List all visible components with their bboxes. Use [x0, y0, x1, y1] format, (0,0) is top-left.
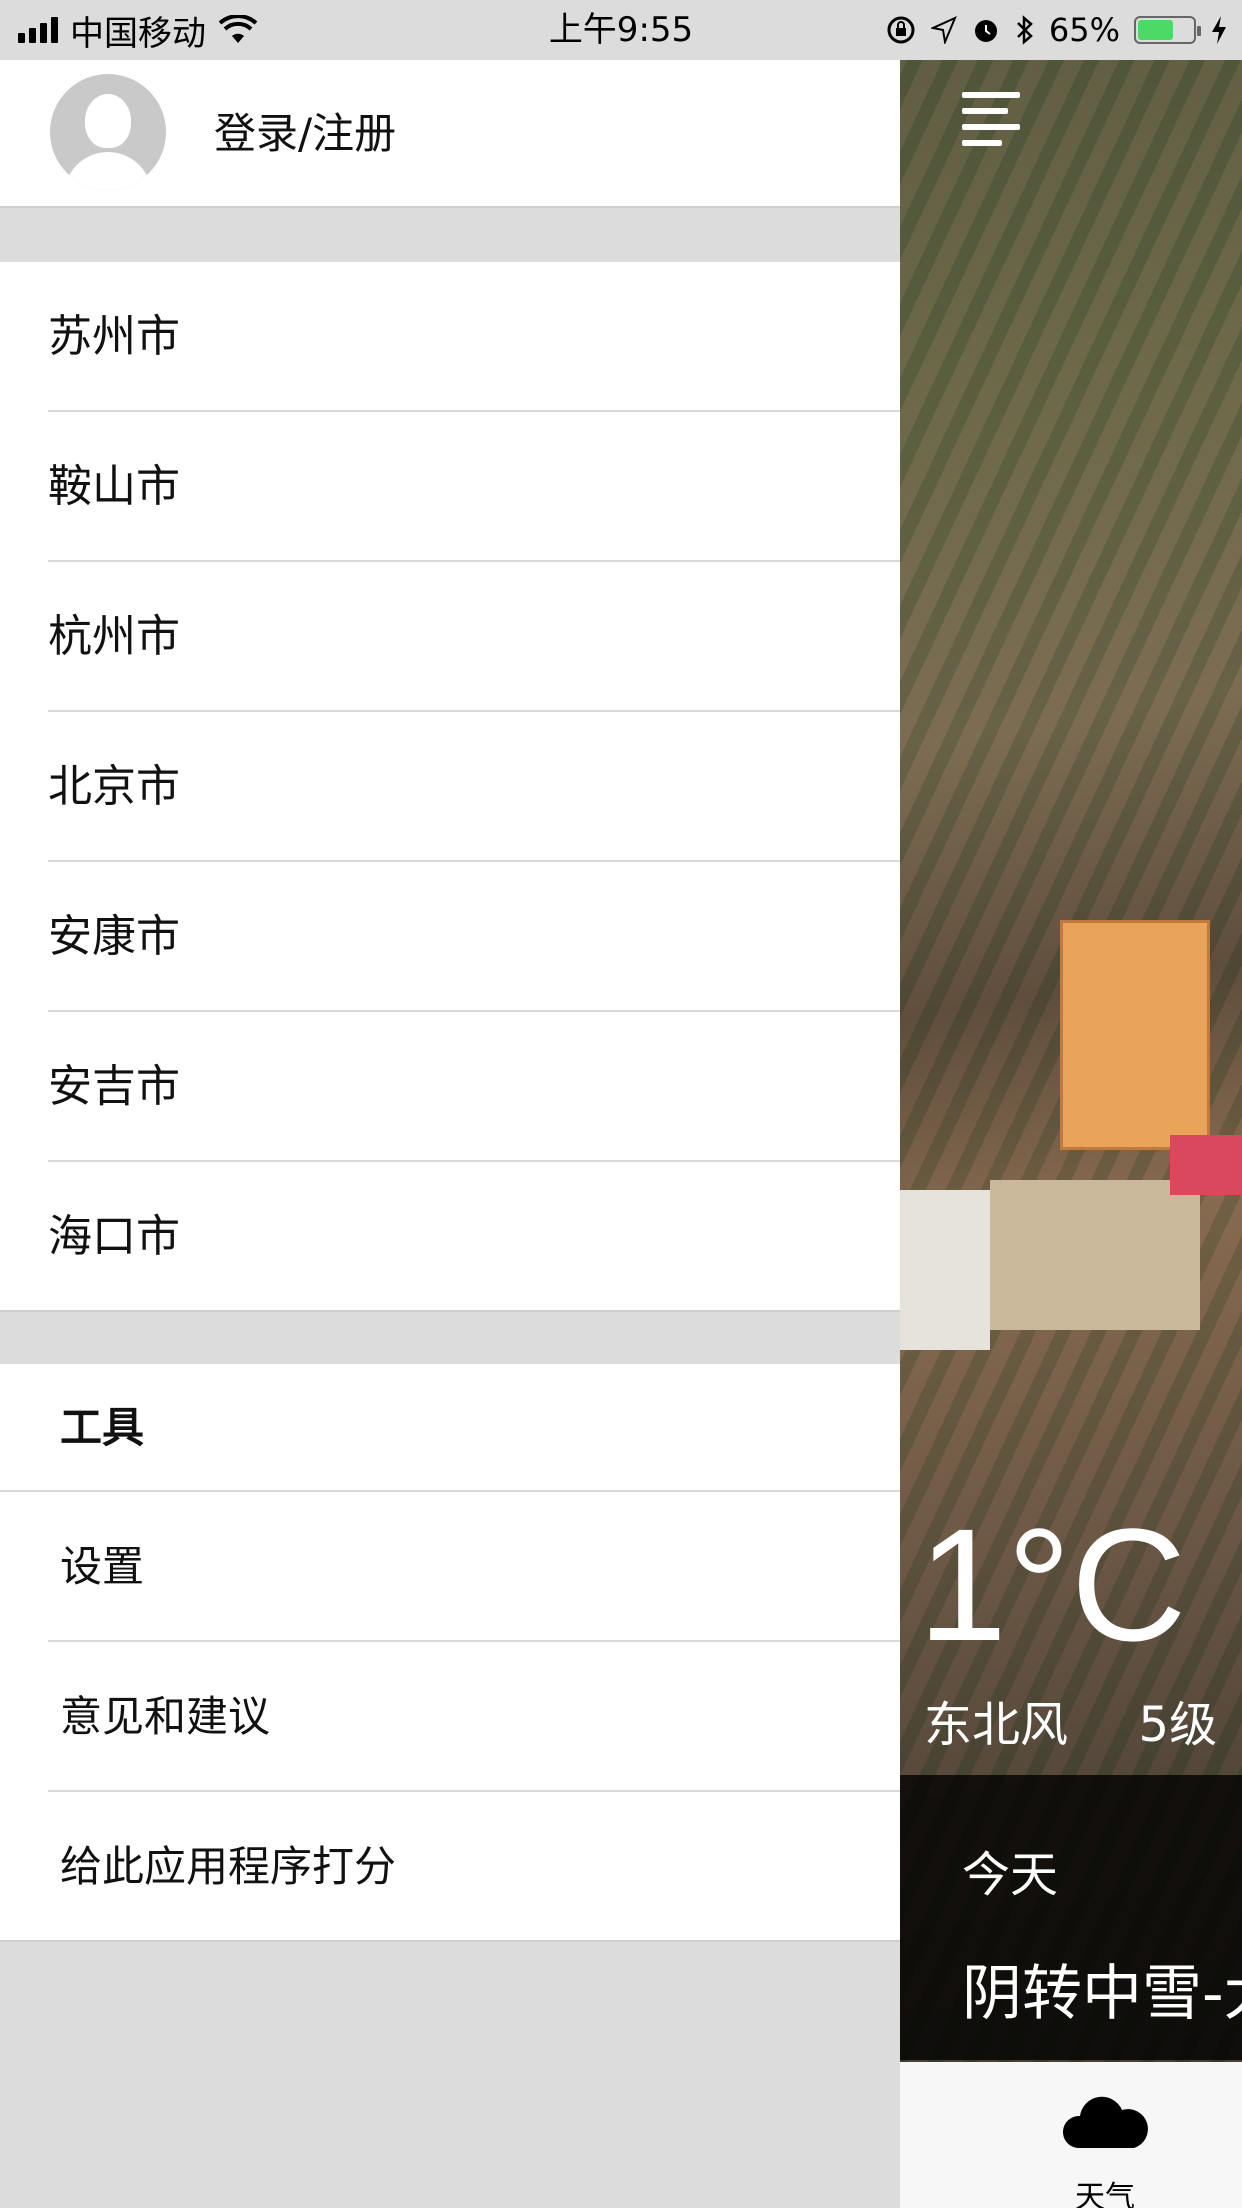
tool-label: 给此应用程序打分	[60, 1842, 397, 1891]
city-label: 安康市	[48, 911, 180, 962]
forecast-description: 阴转中雪-大	[962, 1959, 1242, 2029]
status-right: 65%	[885, 0, 1228, 60]
profile-header[interactable]: 登录/注册	[0, 60, 900, 208]
city-item[interactable]: 北京市	[0, 712, 900, 862]
city-label: 苏州市	[48, 311, 180, 362]
tool-feedback[interactable]: 意见和建议	[0, 1642, 900, 1792]
forecast-panel[interactable]: 今天 阴转中雪-大	[900, 1775, 1242, 2060]
wind-direction: 东北风	[924, 1697, 1069, 1753]
city-item[interactable]: 杭州市	[0, 562, 900, 712]
tools-section: 工具 设置 意见和建议 给此应用程序打分	[0, 1364, 900, 1942]
city-list: 苏州市 鞍山市 杭州市 北京市 安康市 安吉市 海口市	[0, 262, 900, 1312]
avatar-body	[64, 152, 152, 190]
alarm-icon	[974, 20, 997, 42]
cloud-icon[interactable]	[1060, 2092, 1150, 2152]
login-register-link[interactable]: 登录/注册	[214, 60, 396, 208]
city-label: 北京市	[48, 761, 180, 812]
tab-bar: 天气	[900, 2062, 1242, 2208]
photo-house	[990, 1180, 1200, 1330]
bluetooth-icon	[1016, 15, 1033, 45]
tab-weather-label[interactable]: 天气	[1050, 2172, 1160, 2208]
city-item[interactable]: 苏州市	[0, 262, 900, 412]
wind-info: 东北风 5级	[924, 1685, 1217, 1755]
city-label: 海口市	[48, 1211, 180, 1262]
tools-header: 工具	[0, 1364, 900, 1492]
charging-icon	[1212, 16, 1226, 44]
city-label: 鞍山市	[48, 461, 180, 512]
wind-level: 5级	[1138, 1697, 1218, 1753]
battery-percent: 65%	[1048, 11, 1120, 49]
city-label: 安吉市	[48, 1061, 180, 1112]
tools-title: 工具	[60, 1403, 145, 1452]
temperature: 1°C	[918, 1495, 1187, 1674]
side-drawer: 登录/注册 苏州市 鞍山市 杭州市 北京市 安康市 安吉市 海口市 工具 设置 …	[0, 60, 900, 2208]
status-bar: 中国移动 上午9:55 65%	[0, 0, 1242, 60]
tool-settings[interactable]: 设置	[0, 1492, 900, 1642]
city-label: 杭州市	[48, 611, 180, 662]
city-item[interactable]: 安吉市	[0, 1012, 900, 1162]
battery-icon	[1134, 16, 1201, 44]
divider	[0, 1310, 900, 1312]
photo-house	[900, 1190, 990, 1350]
city-item[interactable]: 安康市	[0, 862, 900, 1012]
battery-fill	[1138, 20, 1174, 40]
tool-rate-app[interactable]: 给此应用程序打分	[0, 1792, 900, 1942]
city-item[interactable]: 鞍山市	[0, 412, 900, 562]
location-icon	[930, 16, 957, 44]
divider	[0, 1940, 900, 1942]
avatar-head	[85, 94, 131, 148]
tool-label: 意见和建议	[60, 1692, 271, 1741]
avatar[interactable]	[50, 74, 166, 190]
orientation-lock-icon	[887, 16, 915, 44]
city-item[interactable]: 海口市	[0, 1162, 900, 1312]
photo-roof	[1170, 1135, 1242, 1195]
menu-icon[interactable]	[962, 88, 1024, 150]
photo-house	[1060, 920, 1210, 1150]
tool-label: 设置	[60, 1542, 145, 1591]
weather-background: 1°C 东北风 5级 今天 阴转中雪-大 天气	[900, 0, 1242, 2208]
forecast-day: 今天	[962, 1847, 1059, 1903]
